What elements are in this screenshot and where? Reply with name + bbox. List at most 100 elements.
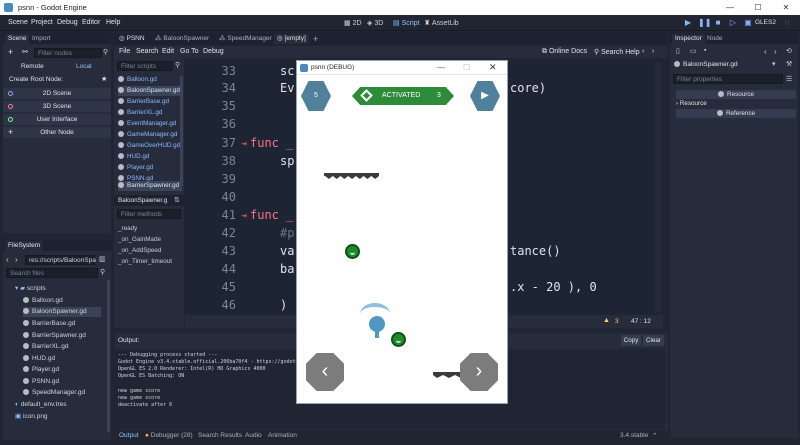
- fold-arrow-icon[interactable]: ⇥: [241, 212, 247, 220]
- resource-category[interactable]: › Resource: [676, 100, 707, 107]
- bottom-tab-search-results[interactable]: Search Results: [198, 432, 242, 439]
- method-item[interactable]: _on_Timer_timeout: [118, 257, 172, 267]
- script-list-item[interactable]: EventManager.gd: [118, 119, 182, 129]
- method-item[interactable]: _on_AddSpeed: [118, 246, 161, 256]
- play-hexagon-button[interactable]: ▶: [470, 81, 500, 111]
- script-menu-edit[interactable]: Edit: [162, 48, 174, 55]
- favorite-star-icon[interactable]: ★: [101, 75, 107, 83]
- filesystem-scrollbar[interactable]: [107, 280, 110, 432]
- clear-button[interactable]: Clear: [643, 335, 664, 346]
- minimize-button[interactable]: —: [716, 0, 744, 15]
- tab-empty[interactable]: ◎ [empty]: [274, 34, 309, 44]
- mode-script[interactable]: ▤ Script: [393, 19, 419, 27]
- game-minimize-button[interactable]: —: [437, 63, 445, 72]
- play-scene-icon[interactable]: ▷: [728, 18, 738, 28]
- script-forward-icon[interactable]: ›: [652, 48, 654, 55]
- menu-help[interactable]: Help: [106, 19, 120, 26]
- pause-icon[interactable]: ❚❚: [698, 18, 711, 28]
- file-item-selected[interactable]: BaloonSpawner.gd: [23, 307, 101, 317]
- tab-filesystem[interactable]: FileSystem: [5, 241, 44, 251]
- reference-section-header[interactable]: Reference: [676, 109, 796, 118]
- script-menu-debug[interactable]: Debug: [203, 48, 224, 55]
- counter-hexagon[interactable]: 5: [301, 81, 331, 111]
- script-list-item[interactable]: GameOverHUD.gd: [118, 141, 182, 151]
- warning-icon[interactable]: ▲: [603, 317, 610, 324]
- forward-arrow-icon[interactable]: ›: [15, 255, 18, 264]
- play-icon[interactable]: ▶: [683, 18, 693, 28]
- method-item[interactable]: _on_GainMade: [118, 235, 161, 245]
- script-list-item[interactable]: BarrierXL.gd: [118, 108, 182, 118]
- fold-arrow-icon[interactable]: ⇥: [241, 140, 247, 148]
- file-item[interactable]: ◐ default_env.tres: [15, 400, 115, 410]
- play-custom-icon[interactable]: ▣: [743, 18, 753, 28]
- bottom-tab-audio[interactable]: Audio: [245, 432, 262, 439]
- split-view-icon[interactable]: ▥: [99, 255, 106, 263]
- 3d-scene-button[interactable]: 3D Scene: [3, 101, 111, 112]
- left-arrow-button[interactable]: ‹: [306, 353, 344, 391]
- script-list-item[interactable]: BarrierSpawner.gd: [118, 181, 182, 191]
- add-node-icon[interactable]: +: [8, 47, 13, 57]
- script-back-icon[interactable]: ‹: [642, 48, 644, 55]
- link-icon[interactable]: ⚯: [22, 48, 28, 56]
- new-tab-plus-icon[interactable]: +: [310, 34, 321, 44]
- history-icon[interactable]: ⟲: [786, 47, 792, 55]
- sort-icon[interactable]: ⇅: [174, 196, 180, 204]
- inspector-options-icon[interactable]: ☰: [786, 75, 792, 83]
- path-field[interactable]: res://scripts/BaloonSpa: [25, 255, 96, 265]
- remote-toggle[interactable]: Remote: [21, 63, 44, 70]
- script-list-item[interactable]: HUD.gd: [118, 152, 182, 162]
- menu-debug[interactable]: Debug: [57, 19, 78, 26]
- script-list-item[interactable]: Balloon.gd: [118, 75, 182, 85]
- bottom-tab-debugger[interactable]: ● Debugger (28): [145, 432, 193, 439]
- save-resource-icon[interactable]: ▪: [704, 47, 706, 54]
- tab-import[interactable]: Import: [29, 34, 53, 44]
- resource-section-header[interactable]: Resource: [676, 90, 796, 99]
- game-maximize-button[interactable]: ☐: [463, 63, 470, 72]
- copy-button[interactable]: Copy: [621, 335, 641, 346]
- new-resource-icon[interactable]: ▯: [676, 47, 680, 55]
- bottom-tab-output[interactable]: Output: [119, 432, 139, 439]
- maximize-button[interactable]: ☐: [744, 0, 772, 15]
- filter-scripts-input[interactable]: Filter scripts: [117, 61, 173, 71]
- online-docs-link[interactable]: ⧉ Online Docs: [542, 48, 587, 56]
- history-back-icon[interactable]: ‹: [764, 47, 767, 56]
- tools-icon[interactable]: ⚒: [786, 60, 792, 68]
- method-item[interactable]: _ready: [118, 224, 137, 234]
- mode-3d[interactable]: ◈ 3D: [367, 19, 383, 27]
- script-list-item[interactable]: BarrierBase.gd: [118, 97, 182, 107]
- tab-scene[interactable]: Scene: [5, 34, 30, 44]
- layout-toggle-icon[interactable]: ⌃: [652, 432, 658, 440]
- load-resource-icon[interactable]: ▭: [690, 47, 697, 55]
- tab-baloonspawner[interactable]: ⁂ BaloonSpawner: [152, 34, 212, 44]
- script-menu-file[interactable]: File: [119, 48, 130, 55]
- filter-nodes-input[interactable]: Filter nodes: [34, 48, 102, 58]
- menu-editor[interactable]: Editor: [82, 19, 100, 26]
- bottom-tab-animation[interactable]: Animation: [268, 432, 297, 439]
- local-toggle[interactable]: Local: [76, 63, 92, 70]
- search-files-input[interactable]: Search files: [6, 268, 98, 278]
- folder-scripts[interactable]: ▾ ▰ scripts: [15, 284, 115, 294]
- tab-speedmanager[interactable]: ⁂ SpeedManager: [216, 34, 275, 44]
- search-help-button[interactable]: ⚲ Search Help: [594, 48, 640, 56]
- script-menu-search[interactable]: Search: [136, 48, 158, 55]
- object-menu-icon[interactable]: ▾: [772, 60, 776, 68]
- close-button[interactable]: ✕: [772, 0, 800, 15]
- filter-methods-input[interactable]: Filter methods: [117, 209, 181, 219]
- tab-psnn[interactable]: ◎ PSNN: [116, 34, 148, 44]
- mode-2d[interactable]: ▦ 2D: [344, 19, 362, 27]
- 2d-scene-button[interactable]: 2D Scene: [3, 88, 111, 99]
- filter-properties-input[interactable]: Filter properties: [673, 74, 783, 84]
- menu-project[interactable]: Project: [31, 19, 53, 26]
- user-interface-button[interactable]: User Interface: [3, 114, 111, 125]
- history-forward-icon[interactable]: ›: [774, 47, 777, 56]
- menu-scene[interactable]: Scene: [8, 19, 28, 26]
- inspected-object[interactable]: BaloonSpawner.gd: [674, 61, 738, 68]
- back-arrow-icon[interactable]: ‹: [6, 255, 9, 264]
- script-list-item[interactable]: Player.gd: [118, 163, 182, 173]
- stop-icon[interactable]: ■: [713, 18, 723, 28]
- mode-assetlib[interactable]: ♜ AssetLib: [424, 19, 459, 27]
- code-minimap[interactable]: [655, 62, 661, 312]
- script-list-item-selected[interactable]: BaloonSpawner.gd: [118, 86, 182, 96]
- tab-inspector[interactable]: Inspector: [672, 34, 705, 44]
- file-item[interactable]: ▣ icon.png: [15, 412, 115, 422]
